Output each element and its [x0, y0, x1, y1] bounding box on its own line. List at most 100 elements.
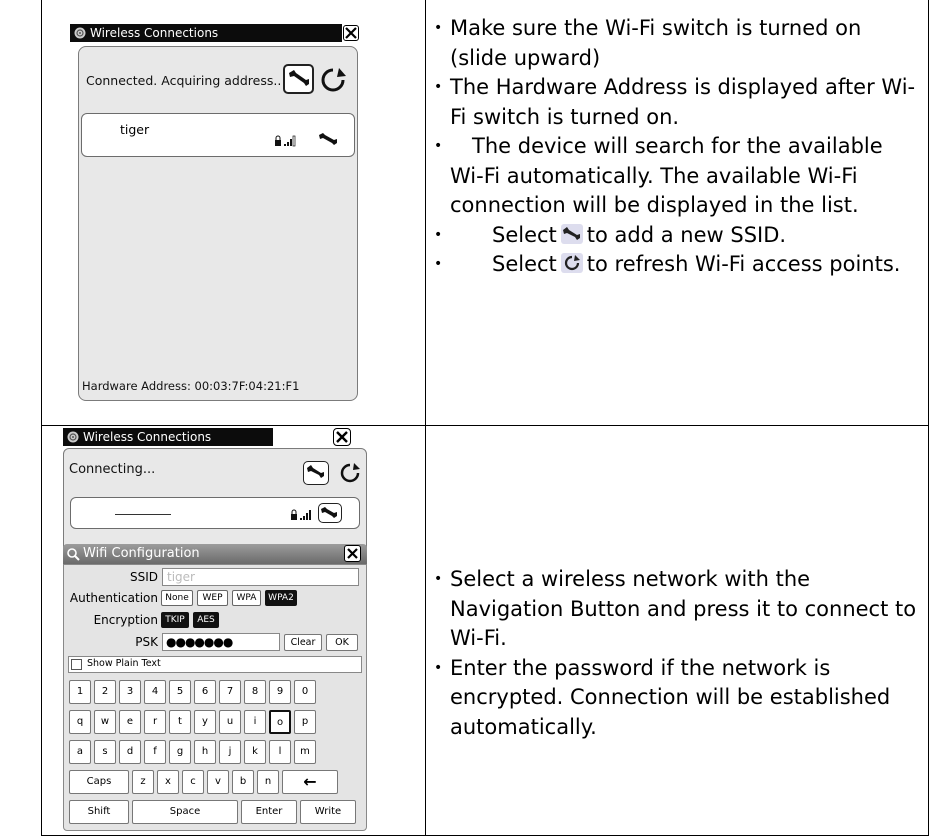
show-plain-text-label: Show Plain Text: [87, 658, 161, 669]
instruction-text: The device will search for the available…: [450, 134, 883, 217]
auth-option-wep[interactable]: WEP: [197, 590, 228, 606]
ssid-label: SSID: [129, 570, 158, 584]
key[interactable]: 5: [169, 680, 191, 704]
network-name-placeholder: [115, 514, 171, 515]
instruction-text: to add a new SSID.: [586, 222, 787, 247]
key[interactable]: w: [94, 710, 116, 734]
key[interactable]: y: [194, 710, 216, 734]
encryption-label: Encryption: [93, 613, 158, 627]
key[interactable]: u: [219, 710, 241, 734]
refresh-icon[interactable]: [337, 461, 363, 485]
shift-key[interactable]: Shift: [69, 800, 129, 824]
key[interactable]: m: [294, 740, 316, 764]
close-button[interactable]: [333, 428, 351, 446]
connections-panel: Connected. Acquiring address.. tiger Har…: [78, 46, 358, 401]
key[interactable]: t: [169, 710, 191, 734]
refresh-icon: [560, 253, 583, 273]
search-config-icon: [67, 548, 80, 561]
key[interactable]: d: [119, 740, 141, 764]
close-button[interactable]: [343, 25, 359, 41]
network-settings-icon[interactable]: [318, 132, 342, 146]
wireless-connections-window-2: Wireless Connections Connecting... Wifi …: [63, 428, 369, 833]
key[interactable]: c: [182, 770, 204, 794]
network-list-item[interactable]: [70, 497, 360, 529]
auth-option-wpa[interactable]: WPA: [232, 590, 261, 606]
key[interactable]: 7: [219, 680, 241, 704]
key[interactable]: j: [219, 740, 241, 764]
instruction-bullet: The Hardware Address is displayed after …: [430, 73, 920, 132]
key[interactable]: n: [257, 770, 279, 794]
refresh-icon[interactable]: [318, 66, 348, 94]
key[interactable]: s: [94, 740, 116, 764]
ok-button[interactable]: OK: [326, 634, 358, 651]
instruction-bullet: Select to refresh Wi-Fi access points.: [430, 250, 920, 280]
key[interactable]: 9: [269, 680, 291, 704]
add-ssid-button[interactable]: [283, 64, 314, 94]
key[interactable]: i: [244, 710, 266, 734]
enter-key[interactable]: Enter: [241, 800, 297, 824]
wrench-icon: [560, 223, 583, 244]
enc-option-tkip[interactable]: TKIP: [161, 612, 189, 628]
window-titlebar: Wireless Connections: [63, 428, 273, 446]
key[interactable]: p: [294, 710, 316, 734]
wireless-connections-window: Wireless Connections Connected. Acquirin…: [70, 24, 362, 404]
row2-instructions: Select a wireless network with the Navig…: [430, 565, 920, 742]
key[interactable]: z: [132, 770, 154, 794]
write-key[interactable]: Write: [300, 800, 356, 824]
key[interactable]: 1: [69, 680, 91, 704]
config-close-button[interactable]: [344, 545, 361, 562]
backspace-key[interactable]: ←: [282, 770, 338, 794]
key[interactable]: b: [232, 770, 254, 794]
window-title: Wireless Connections: [90, 26, 219, 40]
caps-key[interactable]: Caps: [69, 770, 129, 794]
authentication-label: Authentication: [69, 591, 158, 605]
window-title: Wireless Connections: [83, 430, 212, 444]
auth-option-wpa2[interactable]: WPA2: [265, 590, 297, 606]
wifi-config-titlebar: Wifi Configuration: [63, 544, 367, 564]
key[interactable]: r: [144, 710, 166, 734]
key[interactable]: 0: [294, 680, 316, 704]
instruction-bullet: Select a wireless network with the Navig…: [430, 565, 920, 654]
key[interactable]: 8: [244, 680, 266, 704]
wifi-config-title: Wifi Configuration: [83, 546, 200, 561]
ssid-field[interactable]: tiger: [162, 568, 359, 586]
show-plain-text-row[interactable]: Show Plain Text: [68, 656, 362, 673]
wrench-icon: [321, 507, 337, 518]
key[interactable]: o: [269, 710, 291, 734]
key[interactable]: f: [144, 740, 166, 764]
wrench-icon: [307, 465, 324, 478]
network-settings-button[interactable]: [318, 503, 342, 523]
key[interactable]: a: [69, 740, 91, 764]
key[interactable]: 4: [144, 680, 166, 704]
key[interactable]: v: [207, 770, 229, 794]
key[interactable]: q: [69, 710, 91, 734]
key[interactable]: 6: [194, 680, 216, 704]
show-plain-text-checkbox[interactable]: [71, 659, 82, 670]
auth-option-none[interactable]: None: [161, 590, 193, 606]
wrench-icon: [289, 70, 309, 86]
clear-button[interactable]: Clear: [284, 634, 322, 651]
add-ssid-button[interactable]: [303, 461, 329, 485]
key[interactable]: 3: [119, 680, 141, 704]
connection-status: Connected. Acquiring address..: [86, 73, 282, 88]
network-list-item[interactable]: tiger: [81, 113, 355, 157]
ssid-value: tiger: [167, 570, 195, 584]
connection-status: Connecting...: [69, 462, 156, 477]
enc-option-aes[interactable]: AES: [193, 612, 219, 628]
key[interactable]: l: [269, 740, 291, 764]
key[interactable]: x: [157, 770, 179, 794]
space-key[interactable]: Space: [132, 800, 238, 824]
key[interactable]: 2: [94, 680, 116, 704]
psk-value: ●●●●●●●: [166, 635, 233, 649]
lock-signal-icon: [275, 135, 296, 147]
key[interactable]: g: [169, 740, 191, 764]
instruction-bullet: Select to add a new SSID.: [430, 221, 920, 251]
key[interactable]: k: [244, 740, 266, 764]
lock-signal-icon: [291, 509, 311, 520]
key[interactable]: e: [119, 710, 141, 734]
instruction-bullet: Enter the password if the network is enc…: [430, 654, 920, 743]
key[interactable]: h: [194, 740, 216, 764]
instruction-bullet: The device will search for the available…: [430, 132, 920, 221]
onscreen-keyboard: 1 2 3 4 5 6 7 8 9 0 q w e r t y u i o p …: [64, 677, 368, 832]
psk-field[interactable]: ●●●●●●●: [162, 633, 280, 651]
